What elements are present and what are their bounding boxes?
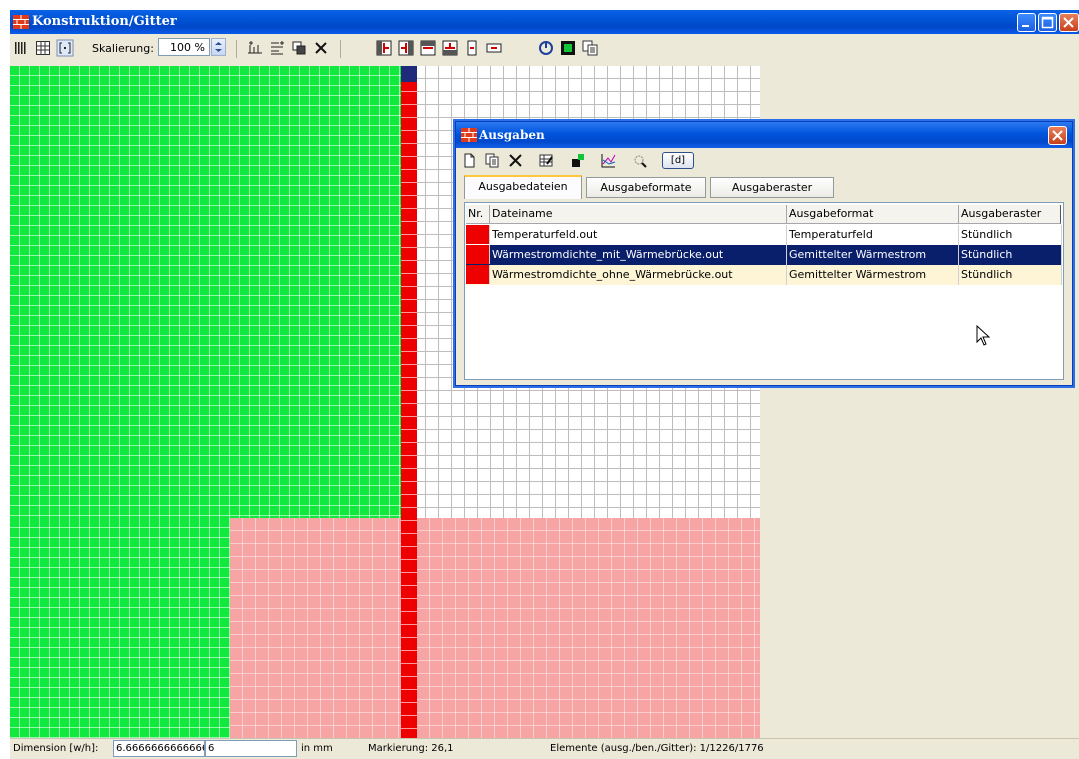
minimize-button[interactable] <box>1017 13 1036 32</box>
tab-ausgaberaster[interactable]: Ausgaberaster <box>710 177 834 198</box>
title-bar[interactable]: Konstruktion/Gitter <box>10 10 1079 34</box>
window-title: Konstruktion/Gitter <box>32 14 177 29</box>
d-button[interactable]: [d] <box>662 152 694 169</box>
close-button[interactable] <box>1059 13 1079 32</box>
dialog-title: Ausgaben <box>479 128 545 142</box>
settings-sparkle-icon[interactable] <box>631 152 648 169</box>
delete-icon[interactable] <box>507 152 524 169</box>
merge-row-icon[interactable] <box>463 39 481 57</box>
row-number: 2 <box>466 245 490 264</box>
dimension-label: Dimension [w/h]: <box>13 743 99 754</box>
merge-column-icon[interactable] <box>485 39 503 57</box>
row-raster: Stündlich <box>959 245 1062 265</box>
row-raster: Stündlich <box>959 265 1062 285</box>
dialog-close-button[interactable] <box>1048 126 1067 145</box>
ausgaben-dialog: Ausgaben [d] Ausgabedateien Ausgabeforma… <box>455 121 1073 386</box>
split-column-right-icon[interactable] <box>397 39 415 57</box>
split-row-top-icon[interactable] <box>419 39 437 57</box>
column-header-ausgaberaster[interactable]: Ausgaberaster <box>959 205 1061 224</box>
delete-icon[interactable] <box>312 39 330 57</box>
split-column-left-icon[interactable] <box>375 39 393 57</box>
split-row-bottom-icon[interactable] <box>441 39 459 57</box>
tab-ausgabedateien[interactable]: Ausgabedateien <box>464 175 582 199</box>
insert-rows-icon[interactable] <box>268 39 286 57</box>
column-header-ausgabeformat[interactable]: Ausgabeformat <box>787 205 959 224</box>
select-bracket-icon[interactable] <box>56 39 74 57</box>
material-zone-pink-right[interactable] <box>417 518 760 738</box>
spinner-arrows-icon <box>215 42 222 52</box>
status-bar: Dimension [w/h]: 6.66666666666666 6 in m… <box>10 738 1079 759</box>
elements-readout: Elemente (ausg./ben./Gitter): 1/1226/177… <box>550 743 764 754</box>
scale-spinner[interactable] <box>211 38 226 56</box>
tab-ausgabeformate[interactable]: Ausgabeformate <box>586 177 706 198</box>
selected-cell[interactable] <box>401 66 417 82</box>
mouse-cursor-icon <box>976 325 991 346</box>
column-header-nr[interactable]: Nr. <box>466 205 490 224</box>
unit-label: in mm <box>301 743 333 754</box>
row-filename: Wärmestromdichte_ohne_Wärmebrücke.out <box>490 265 787 285</box>
dialog-toolbar: [d] <box>456 150 1072 172</box>
row-format: Gemittelter Wärmestrom <box>787 245 959 265</box>
row-format: Gemittelter Wärmestrom <box>787 265 959 285</box>
row-filename: Wärmestromdichte_mit_Wärmebrücke.out <box>490 245 787 265</box>
copy-icon[interactable] <box>581 39 599 57</box>
import-icon[interactable] <box>569 152 586 169</box>
close-icon <box>1063 17 1074 28</box>
row-format: Temperaturfeld <box>787 225 959 245</box>
marking-readout: Markierung: 26,1 <box>368 743 454 754</box>
dialog-title-bar[interactable]: Ausgaben <box>456 122 1072 148</box>
material-zone-green[interactable] <box>10 66 401 518</box>
grid-table-icon[interactable] <box>34 39 52 57</box>
new-file-icon[interactable] <box>461 152 478 169</box>
copy-grid-icon[interactable] <box>290 39 308 57</box>
table-row[interactable]: 1 Temperaturfeld.out Temperaturfeld Stün… <box>466 225 1062 245</box>
scale-label: Skalierung: <box>92 42 154 55</box>
maximize-button[interactable] <box>1038 13 1057 32</box>
row-raster: Stündlich <box>959 225 1062 245</box>
close-icon <box>1052 130 1063 141</box>
chart-icon[interactable] <box>600 152 617 169</box>
brick-icon <box>13 15 29 29</box>
scale-input[interactable]: 100 % <box>158 38 210 56</box>
edit-table-icon[interactable] <box>538 152 555 169</box>
material-zone-green-lower[interactable] <box>10 518 230 738</box>
row-number: 1 <box>466 225 490 244</box>
table-row[interactable]: 3 Wärmestromdichte_ohne_Wärmebrücke.out … <box>466 265 1062 285</box>
column-header-dateiname[interactable]: Dateiname <box>490 205 787 224</box>
toolbar: Skalierung: 100 % <box>10 36 1079 62</box>
material-zone-pink-left[interactable] <box>230 518 401 738</box>
output-files-table: Nr. Dateiname Ausgabeformat Ausgaberaste… <box>464 202 1064 380</box>
row-number: 3 <box>466 265 490 284</box>
rotate-icon[interactable] <box>537 39 555 57</box>
maximize-icon <box>1041 16 1054 29</box>
row-filename: Temperaturfeld.out <box>490 225 787 245</box>
copy-icon[interactable] <box>484 152 501 169</box>
dimension-width-field[interactable]: 6.66666666666666 <box>113 740 205 757</box>
minimize-icon <box>1022 25 1029 27</box>
material-zone-red[interactable] <box>401 66 417 738</box>
table-row-selected[interactable]: 2 Wärmestromdichte_mit_Wärmebrücke.out G… <box>466 245 1062 265</box>
columns-icon[interactable] <box>12 39 30 57</box>
insert-columns-icon[interactable] <box>246 39 264 57</box>
dimension-height-field[interactable]: 6 <box>205 740 297 757</box>
brick-icon <box>461 128 477 142</box>
frame-icon[interactable] <box>559 39 577 57</box>
